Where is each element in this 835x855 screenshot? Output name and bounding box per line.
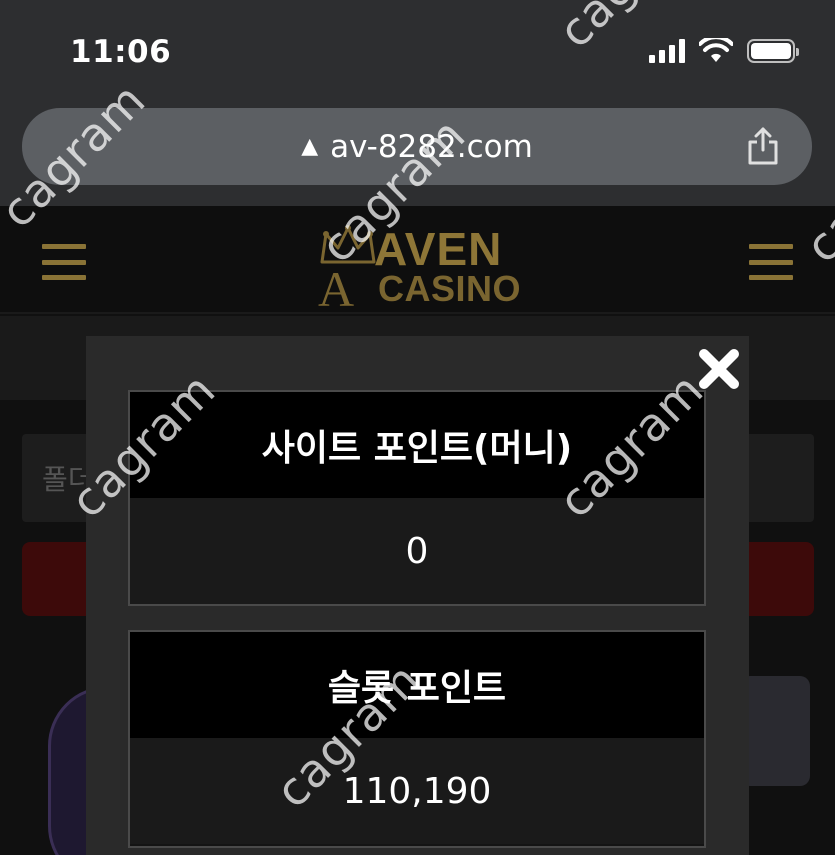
status-time: 11:06 (70, 34, 172, 70)
close-icon[interactable] (694, 344, 744, 394)
slot-point-box: 슬롯 포인트 110,190 (128, 630, 706, 848)
cellular-signal-icon (649, 39, 685, 63)
slot-point-value: 110,190 (130, 738, 704, 844)
site-logo[interactable]: A AVEN CASINO (312, 216, 532, 317)
site-point-box: 사이트 포인트(머니) 0 (128, 390, 706, 606)
left-menu-icon[interactable] (42, 244, 86, 280)
site-point-title: 사이트 포인트(머니) (130, 392, 704, 498)
right-menu-icon[interactable] (749, 244, 793, 280)
url-text: av-8282.com (330, 128, 533, 165)
warning-triangle-icon: ▲ (301, 134, 319, 159)
status-icons (649, 38, 799, 64)
logo-line2: CASINO (378, 268, 522, 309)
share-icon[interactable] (746, 126, 780, 166)
browser-chrome: 11:06 ▲ av-8282.com (0, 0, 835, 206)
logo-letter: A (318, 261, 355, 317)
site-header: A AVEN CASINO (0, 206, 835, 317)
slot-point-title: 슬롯 포인트 (130, 632, 704, 738)
address-bar[interactable]: ▲ av-8282.com (22, 108, 812, 185)
site-point-value: 0 (130, 498, 704, 604)
wifi-icon (699, 38, 733, 62)
battery-icon (747, 39, 799, 63)
background-figure-image (740, 676, 810, 786)
